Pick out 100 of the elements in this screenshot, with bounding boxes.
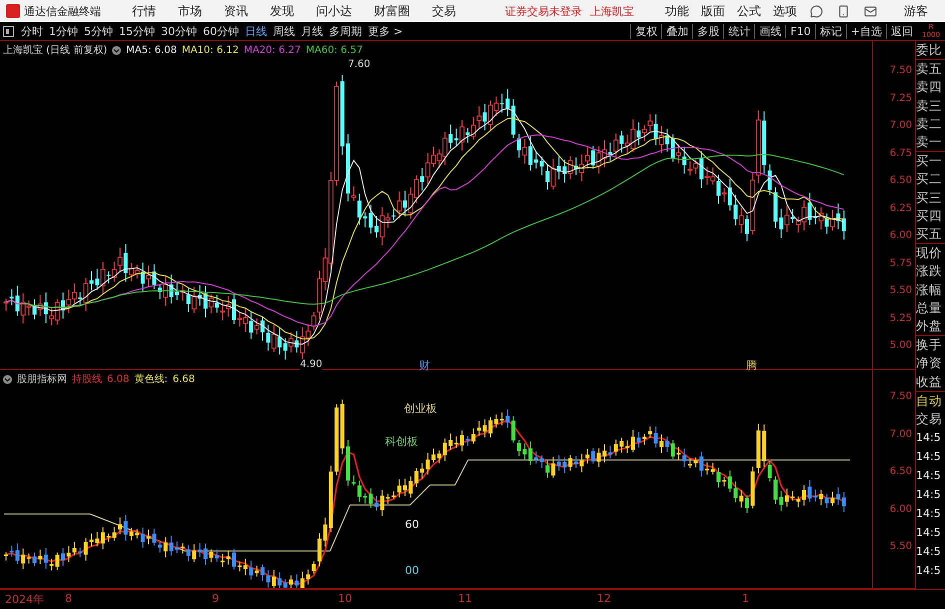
logo-icon <box>6 4 20 18</box>
quote-field-label: 换手 <box>916 336 943 354</box>
menu-item[interactable]: 行情 <box>132 2 156 20</box>
tool-button[interactable]: 标记 <box>814 24 846 38</box>
tool-button[interactable]: 统计 <box>723 24 754 38</box>
trade-time: 14:5 <box>916 449 942 466</box>
hold-line-value: 6.08 <box>107 374 130 385</box>
trade-time: 14:5 <box>916 506 942 522</box>
quote-field-label: 卖二 <box>916 114 943 133</box>
trade-time: 14:5 <box>916 544 942 560</box>
mail-icon[interactable] <box>864 4 877 18</box>
quote-field-label: 净资 <box>916 354 943 372</box>
low-price-label: 4.90 <box>300 359 322 370</box>
quote-field-label: 现价 <box>916 244 943 262</box>
ma-value: MA5: 6.08 <box>126 44 177 56</box>
price-tick: 6.00 <box>890 504 912 515</box>
price-tick: 7.00 <box>890 120 912 131</box>
indicator-line-value: 6.68 <box>172 374 195 385</box>
indicator-note: 00 <box>405 564 419 578</box>
period-tab[interactable]: 60分钟 <box>200 24 242 38</box>
period-tab[interactable]: 多周期 <box>326 24 365 38</box>
quote-field-label: 买四 <box>916 206 943 225</box>
date-tick: 2024年 <box>5 592 44 607</box>
dropdown-icon[interactable] <box>112 46 122 54</box>
date-tick: 1 <box>742 592 749 605</box>
tool-button[interactable]: F10 <box>785 24 815 38</box>
ma-value: MA10: 6.12 <box>182 44 239 56</box>
tool-button[interactable]: 返回 <box>886 24 917 38</box>
date-tick: 8 <box>65 592 72 605</box>
quote-field-label: 买一 <box>916 152 943 170</box>
price-tick: 7.25 <box>890 92 912 104</box>
status-notice: 证券交易未登录 <box>505 4 582 18</box>
menu-item[interactable]: 功能 <box>665 2 689 20</box>
quote-field-label: 外盘 <box>916 317 943 336</box>
menu-item[interactable]: 交易 <box>432 2 456 20</box>
menu-item[interactable]: 问小达 <box>316 2 352 20</box>
date-tick: 11 <box>458 592 472 605</box>
period-tab[interactable]: 1分钟 <box>46 24 81 38</box>
price-tick: 5.75 <box>890 258 912 268</box>
period-tab[interactable]: 月线 <box>298 24 326 38</box>
event-marker[interactable]: 腾 <box>746 358 757 373</box>
menu-item[interactable]: 公式 <box>737 2 761 20</box>
hold-line-label: 持股线 <box>72 372 102 386</box>
date-tick: 12 <box>597 592 611 605</box>
tool-button[interactable]: +自选 <box>846 24 886 38</box>
trade-time: 14:5 <box>916 563 942 580</box>
indicator-note: 科创板 <box>385 434 418 450</box>
price-tick: 6.25 <box>890 202 912 214</box>
dropdown-icon[interactable] <box>3 374 12 384</box>
user-label[interactable]: 游客 <box>904 2 928 20</box>
period-tab[interactable]: 周线 <box>270 24 298 38</box>
high-price-label: 7.60 <box>348 59 370 70</box>
date-tick: 10 <box>338 592 352 605</box>
menu-item[interactable]: 资讯 <box>224 2 248 20</box>
price-tick: 7.00 <box>890 428 912 440</box>
price-tick: 5.25 <box>890 312 912 324</box>
chart-title: 上海凯宝 (日线 前复权) <box>3 44 108 57</box>
tool-button[interactable]: 叠加 <box>661 24 692 38</box>
price-tick: 7.50 <box>890 391 912 402</box>
phone-icon[interactable] <box>837 4 850 18</box>
trade-label: 交易 <box>916 410 943 428</box>
auto-trade-label[interactable]: 自动 <box>916 392 945 410</box>
quote-field-label: 委比 <box>916 41 943 59</box>
chat-icon[interactable] <box>810 4 823 18</box>
period-tab[interactable]: 15分钟 <box>116 24 158 38</box>
date-tick: 9 <box>212 592 219 605</box>
indicator-note: 创业板 <box>404 401 437 416</box>
menu-item[interactable]: 发现 <box>270 2 294 20</box>
price-tick: 5.50 <box>890 541 912 552</box>
period-tab[interactable]: 分时 <box>18 24 46 38</box>
period-tab[interactable]: 30分钟 <box>158 24 200 38</box>
quote-field-label: 收益 <box>916 372 943 391</box>
period-tab[interactable]: 日线 <box>242 24 270 38</box>
trade-time: 14:5 <box>916 525 942 542</box>
app-title: 通达信金融终端 <box>24 4 101 18</box>
event-marker[interactable]: 财 <box>419 358 430 373</box>
trade-time: 14:5 <box>916 487 942 504</box>
quote-field-label: 卖三 <box>916 96 943 115</box>
trade-time: 14:5 <box>916 468 942 484</box>
ma-value: MA20: 6.27 <box>244 44 301 56</box>
quote-field-label: 买二 <box>916 170 943 188</box>
menu-item[interactable]: 市场 <box>178 2 202 20</box>
period-tab[interactable]: 更多 > <box>365 24 406 38</box>
indicator-source: 股朋指标网 <box>17 372 67 386</box>
tool-button[interactable]: 复权 <box>630 24 662 38</box>
panel-toggle-icon[interactable] <box>3 26 14 36</box>
tool-button[interactable]: 多股 <box>692 24 724 38</box>
menu-item[interactable]: 财富圈 <box>374 2 410 20</box>
menu-item[interactable]: 版面 <box>701 2 725 20</box>
menu-item[interactable]: 选项 <box>773 2 797 20</box>
price-tick: 5.00 <box>890 340 912 351</box>
price-tick: 7.50 <box>890 65 912 76</box>
indicator-line-label: 黄色线: <box>134 372 168 386</box>
quote-field-label: 涨跌 <box>916 262 943 280</box>
ma-value: MA60: 6.57 <box>306 44 363 56</box>
price-tick: 6.50 <box>890 175 912 186</box>
tool-button[interactable]: 画线 <box>754 24 786 38</box>
period-tab[interactable]: 5分钟 <box>81 24 116 38</box>
quote-field-label: 卖五 <box>916 60 943 78</box>
quote-field-label: 卖四 <box>916 78 943 96</box>
